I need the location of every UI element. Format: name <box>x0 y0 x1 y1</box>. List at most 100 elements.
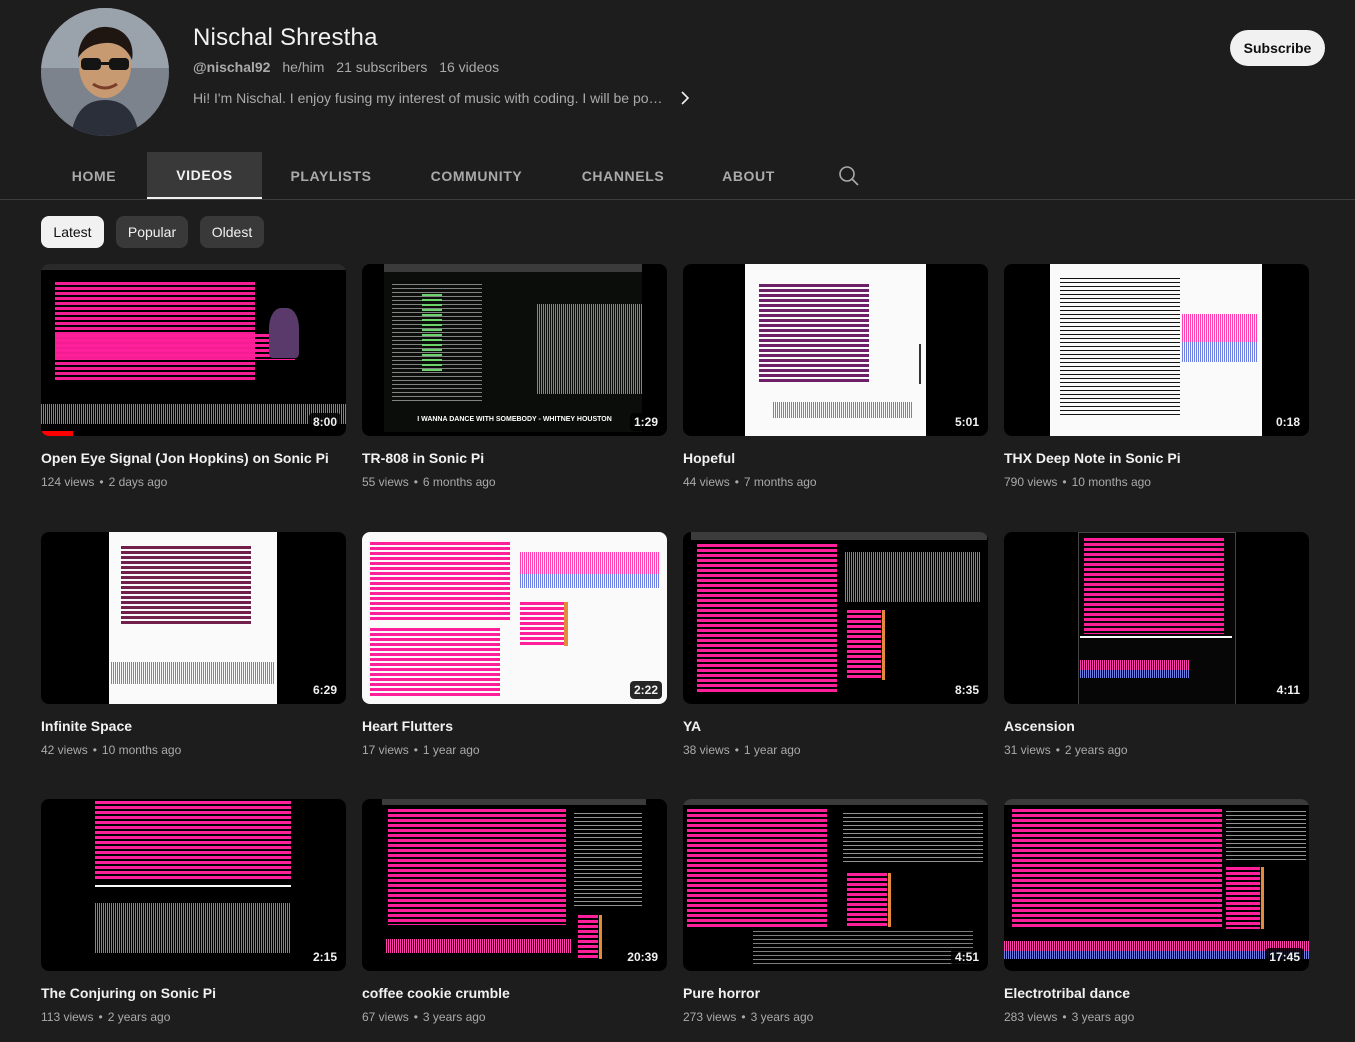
channel-description[interactable]: Hi! I'm Nischal. I enjoy fusing my inter… <box>193 90 663 106</box>
video-meta: 17 views • 1 year ago <box>362 743 480 757</box>
video-title[interactable]: THX Deep Note in Sonic Pi <box>1004 449 1309 467</box>
video-duration: 2:15 <box>308 948 341 966</box>
chip-popular[interactable]: Popular <box>116 216 188 248</box>
subscriber-count: 21 subscribers <box>336 59 428 75</box>
video-thumbnail[interactable]: 4:11 <box>1004 532 1309 704</box>
video-thumbnail[interactable]: 4:51 <box>683 799 988 971</box>
view-count: 17 views <box>362 743 409 757</box>
video-card[interactable]: 2:22 Heart Flutters 17 views • 1 year ago <box>362 532 667 757</box>
tab-community[interactable]: COMMUNITY <box>400 152 553 199</box>
video-count: 16 videos <box>439 59 500 75</box>
video-meta: 790 views • 10 months ago <box>1004 475 1151 489</box>
thumbnail-art: I WANNA DANCE WITH SOMEBODY - WHITNEY HO… <box>362 264 667 436</box>
video-meta: 42 views • 10 months ago <box>41 743 182 757</box>
thumbnail-art <box>1004 264 1309 436</box>
channel-handle: @nischal92 <box>193 59 271 75</box>
view-count: 44 views <box>683 475 730 489</box>
upload-age: 2 years ago <box>1064 743 1128 757</box>
video-duration: 2:22 <box>629 681 662 699</box>
video-thumbnail[interactable]: 20:39 <box>362 799 667 971</box>
video-title[interactable]: Pure horror <box>683 984 988 1002</box>
search-icon[interactable] <box>838 165 860 187</box>
video-card[interactable]: 4:11 Ascension 31 views • 2 years ago <box>1004 532 1309 757</box>
video-thumbnail[interactable]: I WANNA DANCE WITH SOMEBODY - WHITNEY HO… <box>362 264 667 436</box>
video-duration: 4:51 <box>950 948 983 966</box>
video-duration: 0:18 <box>1271 413 1304 431</box>
video-thumbnail[interactable]: 2:22 <box>362 532 667 704</box>
video-title[interactable]: TR-808 in Sonic Pi <box>362 449 667 467</box>
tab-about[interactable]: ABOUT <box>693 152 804 199</box>
thumbnail-art <box>362 799 667 971</box>
video-meta: 31 views • 2 years ago <box>1004 743 1128 757</box>
thumbnail-art <box>683 264 988 436</box>
video-card[interactable]: 17:45 Electrotribal dance 283 views • 3 ye… <box>1004 799 1309 1024</box>
thumbnail-art <box>683 799 988 971</box>
video-thumbnail[interactable]: 17:45 <box>1004 799 1309 971</box>
view-count: 283 views <box>1004 1010 1058 1024</box>
video-card[interactable]: 8:35 YA 38 views • 1 year ago <box>683 532 988 757</box>
chevron-right-icon[interactable] <box>677 90 693 106</box>
channel-header: Nischal Shrestha @nischal92 he/him 21 su… <box>0 0 1355 152</box>
video-title[interactable]: YA <box>683 717 988 735</box>
chip-oldest[interactable]: Oldest <box>200 216 264 248</box>
video-title[interactable]: Hopeful <box>683 449 988 467</box>
upload-age: 3 years ago <box>422 1010 486 1024</box>
video-meta: 283 views • 3 years ago <box>1004 1010 1135 1024</box>
thumbnail-art <box>1004 799 1309 971</box>
video-duration: 8:00 <box>308 413 341 431</box>
upload-age: 6 months ago <box>422 475 496 489</box>
view-count: 113 views <box>41 1010 94 1024</box>
upload-age: 10 months ago <box>101 743 182 757</box>
tab-videos[interactable]: VIDEOS <box>147 152 262 199</box>
video-card[interactable]: 20:39 coffee cookie crumble 67 views • 3 y… <box>362 799 667 1024</box>
thumbnail-art <box>41 264 346 436</box>
video-card[interactable]: I WANNA DANCE WITH SOMEBODY - WHITNEY HO… <box>362 264 667 489</box>
video-card[interactable]: 0:18 THX Deep Note in Sonic Pi 790 views… <box>1004 264 1309 489</box>
video-title[interactable]: coffee cookie crumble <box>362 984 667 1002</box>
chip-latest[interactable]: Latest <box>41 216 104 248</box>
video-card[interactable]: 4:51 Pure horror 273 views • 3 years ago <box>683 799 988 1024</box>
channel-tabs: HOME VIDEOS PLAYLISTS COMMUNITY CHANNELS… <box>0 152 1355 200</box>
subscribe-button[interactable]: Subscribe <box>1230 30 1325 66</box>
thumbnail-caption: I WANNA DANCE WITH SOMEBODY - WHITNEY HO… <box>417 415 612 423</box>
video-title[interactable]: Electrotribal dance <box>1004 984 1309 1002</box>
channel-about[interactable]: Hi! I'm Nischal. I enjoy fusing my inter… <box>193 90 693 106</box>
video-card[interactable]: 5:01 Hopeful 44 views • 7 months ago <box>683 264 988 489</box>
video-card[interactable]: 2:15 The Conjuring on Sonic Pi 113 views… <box>41 799 346 1024</box>
video-meta: 67 views • 3 years ago <box>362 1010 486 1024</box>
thumbnail-art <box>41 799 346 971</box>
view-count: 124 views <box>41 475 95 489</box>
view-count: 790 views <box>1004 475 1058 489</box>
video-card[interactable]: 8:00 Open Eye Signal (Jon Hopkins) on So… <box>41 264 346 489</box>
upload-age: 7 months ago <box>743 475 817 489</box>
avatar-image <box>41 8 169 136</box>
thumbnail-art <box>683 532 988 704</box>
tab-channels[interactable]: CHANNELS <box>553 152 693 199</box>
video-meta: 38 views • 1 year ago <box>683 743 801 757</box>
video-thumbnail[interactable]: 0:18 <box>1004 264 1309 436</box>
tab-playlists[interactable]: PLAYLISTS <box>262 152 400 199</box>
video-thumbnail[interactable]: 5:01 <box>683 264 988 436</box>
video-title[interactable]: Ascension <box>1004 717 1309 735</box>
video-meta: 113 views • 2 years ago <box>41 1010 171 1024</box>
view-count: 31 views <box>1004 743 1051 757</box>
video-title[interactable]: The Conjuring on Sonic Pi <box>41 984 346 1002</box>
video-card[interactable]: 6:29 Infinite Space 42 views • 10 months a… <box>41 532 346 757</box>
video-thumbnail[interactable]: 6:29 <box>41 532 346 704</box>
tab-home[interactable]: HOME <box>41 152 147 199</box>
upload-age: 10 months ago <box>1071 475 1151 489</box>
video-title[interactable]: Infinite Space <box>41 717 346 735</box>
view-count: 55 views <box>362 475 409 489</box>
channel-pronouns: he/him <box>282 59 325 75</box>
video-thumbnail[interactable]: 8:00 <box>41 264 346 436</box>
video-duration: 5:01 <box>950 413 983 431</box>
video-thumbnail[interactable]: 2:15 <box>41 799 346 971</box>
video-title[interactable]: Open Eye Signal (Jon Hopkins) on Sonic P… <box>41 449 346 467</box>
video-thumbnail[interactable]: 8:35 <box>683 532 988 704</box>
video-meta: 44 views • 7 months ago <box>683 475 817 489</box>
video-duration: 8:35 <box>950 681 983 699</box>
video-title[interactable]: Heart Flutters <box>362 717 667 735</box>
upload-age: 3 years ago <box>750 1010 814 1024</box>
video-meta: 273 views • 3 years ago <box>683 1010 814 1024</box>
channel-avatar[interactable] <box>41 8 169 136</box>
